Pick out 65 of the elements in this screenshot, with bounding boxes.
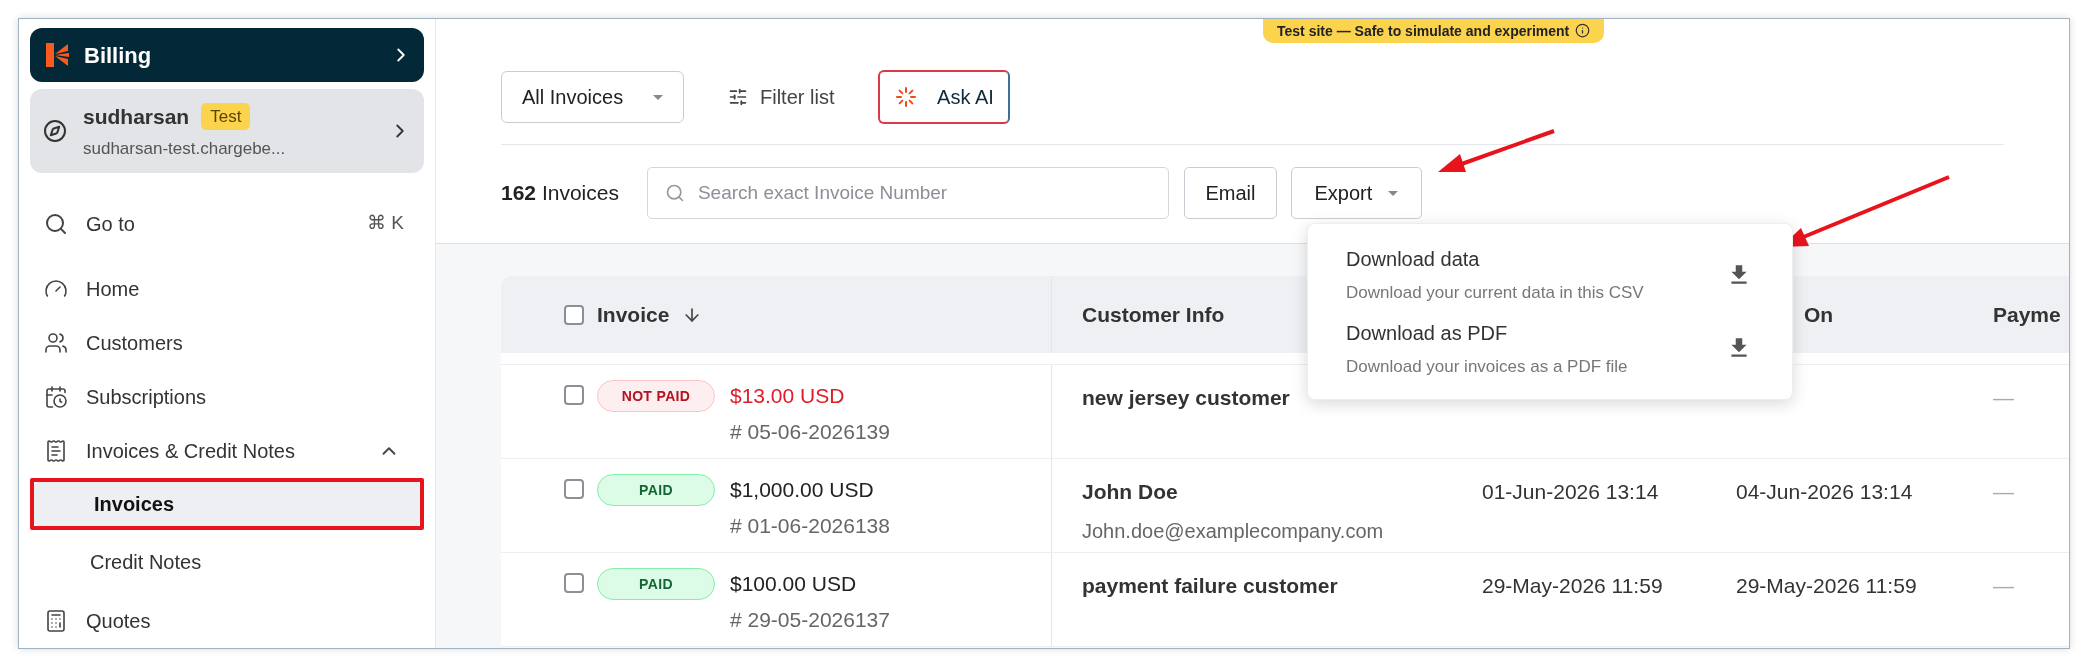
ask-ai-button[interactable]: Ask AI (878, 70, 1011, 124)
app-switcher[interactable]: Billing (30, 28, 424, 83)
status-badge: NOT PAID (597, 380, 715, 412)
shortcut-label: ⌘ K (367, 211, 404, 236)
invoice-number: # 01-06-2026138 (730, 512, 890, 539)
checkbox[interactable] (564, 304, 584, 325)
search-field[interactable]: Search exact Invoice Number (646, 167, 1169, 219)
filter-button[interactable]: Filter list (728, 82, 835, 112)
status-badge: PAID (597, 568, 715, 600)
menu-item[interactable]: Download data Download your current data in this CSV (1308, 244, 1792, 306)
caret-icon (1388, 190, 1399, 196)
status-badge: PAID (597, 474, 715, 506)
receipt-icon (44, 439, 68, 463)
empty-value: — (1993, 574, 2014, 597)
search-icon (44, 211, 68, 236)
menu-item-description: Download your invoices as a PDF file (1346, 355, 1629, 378)
sparkle-icon (895, 86, 918, 108)
info-icon (1575, 23, 1591, 38)
nav-item[interactable]: Home (30, 262, 424, 316)
nav-item[interactable]: Customers (30, 316, 424, 370)
calculator-icon (44, 609, 68, 633)
account-name: sudharsan (83, 103, 190, 130)
test-badge: Test (201, 102, 251, 131)
sliders-icon (728, 87, 748, 107)
banner-text: Test site — Safe to simulate and experiment (1277, 22, 1570, 40)
empty-value: — (1993, 480, 2014, 503)
date-cell: 29-May-2026 11:59 (1482, 574, 1663, 597)
calendar-clock-icon (44, 385, 68, 409)
customer-name: new jersey customer (1082, 385, 1291, 411)
invoice-number: # 05-06-2026139 (730, 418, 890, 445)
users-icon (44, 331, 68, 355)
customer-email: John.doe@examplecompany.com (1082, 518, 1385, 544)
date-cell: 01-Jun-2026 13:14 (1482, 480, 1659, 503)
nav-subitem[interactable]: Invoices (34, 482, 420, 526)
search-icon (664, 183, 685, 203)
invoice-amount: $100.00 USD (730, 571, 858, 597)
menu-item-description: Download your current data in this CSV (1346, 282, 1645, 304)
menu-item[interactable]: Download as PDF Download your invoices as a PDF file (1308, 317, 1792, 379)
date-cell: 04-Jun-2026 13:14 (1736, 480, 1913, 503)
view-dropdown[interactable]: All Invoices (501, 71, 684, 123)
goto-item[interactable]: Go to ⌘ K (30, 203, 424, 244)
column-header[interactable]: Invoice (597, 298, 670, 331)
checkbox[interactable] (564, 385, 584, 405)
nav-item[interactable]: Subscriptions (30, 370, 424, 424)
nav-subitem[interactable]: Credit Notes (30, 540, 424, 584)
checkbox[interactable] (564, 479, 584, 499)
account-card[interactable]: sudharsan Test sudharsan-test.chargebe... (30, 89, 424, 174)
invoice-amount: $1,000.00 USD (730, 477, 875, 503)
customer-name: John Doe (1082, 479, 1179, 505)
export-dropdown[interactable]: Export (1290, 167, 1422, 219)
empty-value: — (1993, 386, 2014, 409)
invoice-number: # 29-05-2026137 (730, 606, 890, 633)
invoice-count: 162 Invoices (501, 180, 619, 207)
email-button[interactable]: Email (1183, 167, 1277, 219)
date-cell: 29-May-2026 11:59 (1736, 574, 1917, 597)
nav-item[interactable]: Invoices & Credit Notes (30, 424, 424, 478)
checkbox[interactable] (564, 573, 584, 593)
invoice-amount: $13.00 USD (730, 383, 846, 409)
account-site: sudharsan-test.chargebe... (83, 138, 287, 161)
customer-name: payment failure customer (1082, 573, 1339, 599)
caret-icon (653, 94, 663, 100)
nav-item[interactable]: Quotes (30, 594, 424, 648)
compass-icon (43, 119, 67, 144)
column-header[interactable]: Payme (1963, 298, 2069, 331)
app-title: Billing (84, 41, 153, 70)
